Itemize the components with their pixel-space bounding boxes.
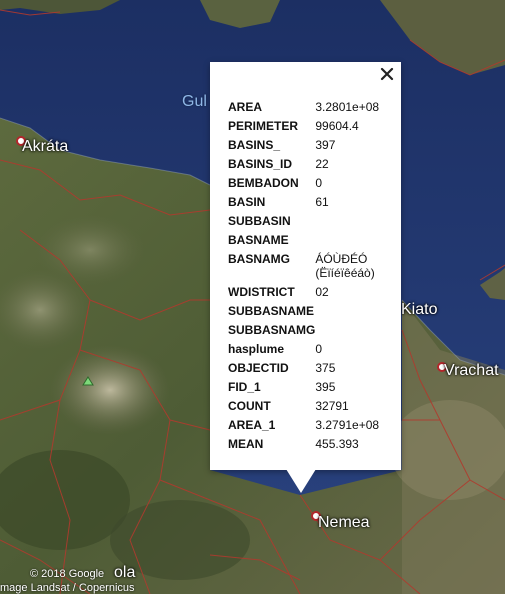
attribute-value: [315, 304, 397, 323]
kiato-label: Kiato: [401, 301, 438, 318]
attribute-key: BASNAME: [228, 233, 289, 247]
attribute-key: SUBBASNAME: [228, 304, 315, 318]
attribute-key: AREA_1: [228, 418, 276, 432]
attribute-key: BASINS_ID: [228, 157, 293, 171]
attribute-row: BASNAME: [228, 233, 397, 252]
feature-info-popup: AREA 3.2801e+08 PERIMETER 99604.4 BASINS_ 397…: [210, 62, 401, 470]
attribute-value: 0: [315, 342, 323, 356]
attribute-value: 395: [315, 380, 336, 394]
attribute-value: [315, 323, 397, 342]
attribute-row: MEAN 455.393: [228, 437, 397, 456]
attribute-row: OBJECTID 375: [228, 361, 397, 380]
attribute-value: ÁÓÙÐÉÓ (Ëïíéïêéáò): [315, 252, 375, 280]
attribute-key: MEAN: [228, 437, 264, 451]
close-icon[interactable]: [379, 66, 395, 82]
attribute-row: FID_1 395: [228, 380, 397, 399]
gulf-label: Gul: [182, 93, 207, 110]
attribute-key: hasplume: [228, 342, 285, 356]
bottom-place-label: ola: [114, 564, 136, 581]
attribute-value: [315, 233, 397, 252]
attribute-value: 99604.4: [315, 119, 359, 133]
attribute-row: BASINS_ 397: [228, 138, 397, 157]
attribute-table: AREA 3.2801e+08 PERIMETER 99604.4 BASINS_ 397…: [228, 100, 397, 456]
attribute-value: 22: [315, 157, 329, 171]
attribute-row: BASNAMG ÁÓÙÐÉÓ (Ëïíéïêéáò): [228, 252, 397, 285]
imagery-attribution: mage Landsat / Copernicus: [0, 582, 135, 594]
attribute-key: AREA: [228, 100, 263, 114]
attribute-key: PERIMETER: [228, 119, 299, 133]
attribute-row: SUBBASIN: [228, 214, 397, 233]
nemea-label: Nemea: [318, 514, 370, 531]
popup-pointer: [286, 469, 316, 493]
map-copyright: © 2018 Google: [30, 568, 105, 580]
attribute-value: [315, 214, 397, 233]
attribute-row: BASINS_ID 22: [228, 157, 397, 176]
attribute-row: AREA 3.2801e+08: [228, 100, 397, 119]
attribute-key: FID_1: [228, 380, 261, 394]
attribute-key: SUBBASIN: [228, 214, 291, 228]
vrachati-label: Vrachat: [444, 362, 499, 379]
attribute-row: hasplume 0: [228, 342, 397, 361]
attribute-value: 61: [315, 195, 329, 209]
attribute-key: WDISTRICT: [228, 285, 295, 299]
attribute-key: BEMBADON: [228, 176, 299, 190]
attribute-value: 397: [315, 138, 336, 152]
attribute-row: AREA_1 3.2791e+08: [228, 418, 397, 437]
attribute-key: BASIN: [228, 195, 266, 209]
attribute-value: 3.2791e+08: [315, 418, 380, 432]
attribute-value: 455.393: [315, 437, 359, 451]
attribute-row: SUBBASNAMG: [228, 323, 397, 342]
attribute-row: SUBBASNAME: [228, 304, 397, 323]
attribute-row: BEMBADON 0: [228, 176, 397, 195]
akrata-label: Akráta: [22, 138, 69, 155]
attribute-row: WDISTRICT 02: [228, 285, 397, 304]
attribute-row: BASIN 61: [228, 195, 397, 214]
attribute-value: 32791: [315, 399, 349, 413]
attribute-value: 375: [315, 361, 336, 375]
attribute-row: PERIMETER 99604.4: [228, 119, 397, 138]
attribute-row: COUNT 32791: [228, 399, 397, 418]
attribute-key: OBJECTID: [228, 361, 289, 375]
attribute-value: 0: [315, 176, 323, 190]
attribute-value: 02: [315, 285, 329, 299]
attribute-value: 3.2801e+08: [315, 100, 380, 114]
attribute-key: SUBBASNAMG: [228, 323, 316, 337]
attribute-key: BASNAMG: [228, 252, 290, 266]
attribute-key: COUNT: [228, 399, 271, 413]
peak-marker-icon[interactable]: [82, 376, 94, 386]
attribute-key: BASINS_: [228, 138, 281, 152]
